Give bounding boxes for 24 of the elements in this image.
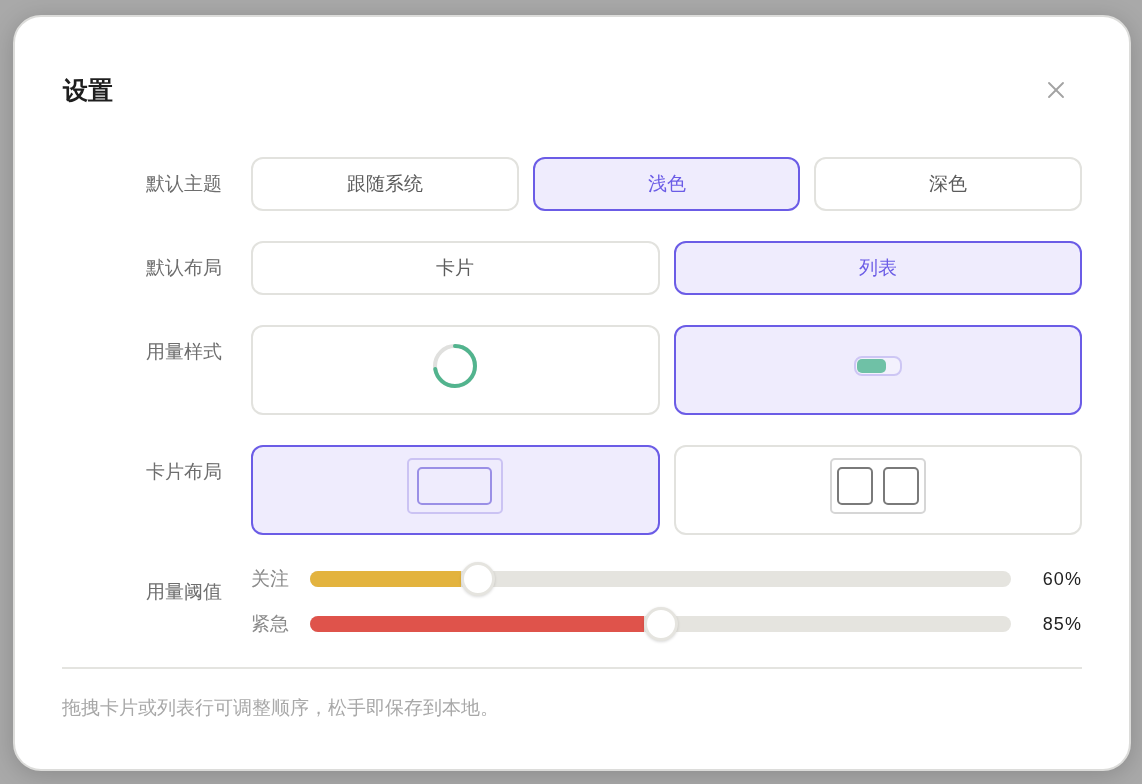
setting-label: 卡片布局: [146, 460, 222, 484]
slider-label: 关注: [251, 567, 290, 591]
option-button[interactable]: 列表: [673, 241, 1082, 295]
two-card-layout-icon: [829, 458, 926, 514]
pill-bar-icon: [853, 356, 902, 376]
option-button[interactable]: 浅色: [532, 157, 801, 211]
style-option-button[interactable]: [251, 445, 660, 535]
setting-label: 用量样式: [146, 340, 222, 364]
single-card-layout-icon: [407, 458, 504, 514]
setting-label: 默认布局: [146, 256, 222, 280]
slider-value: 60%: [1041, 568, 1082, 591]
style-option-button[interactable]: [673, 325, 1082, 415]
ring-icon: [432, 343, 479, 389]
dialog-title: 设置: [63, 75, 113, 106]
setting-label: 用量阈值: [146, 580, 222, 604]
slider-thumb[interactable]: [461, 562, 496, 596]
slider-label: 紧急: [251, 612, 290, 636]
option-button[interactable]: 卡片: [251, 241, 660, 295]
option-button[interactable]: 跟随系统: [251, 157, 519, 211]
slider-value: 85%: [1041, 613, 1082, 636]
footer-note: 拖拽卡片或列表行可调整顺序，松手即保存到本地。: [62, 696, 500, 720]
slider-thumb[interactable]: [643, 607, 678, 641]
option-button[interactable]: 深色: [814, 157, 1082, 211]
setting-label: 默认主题: [146, 172, 222, 196]
